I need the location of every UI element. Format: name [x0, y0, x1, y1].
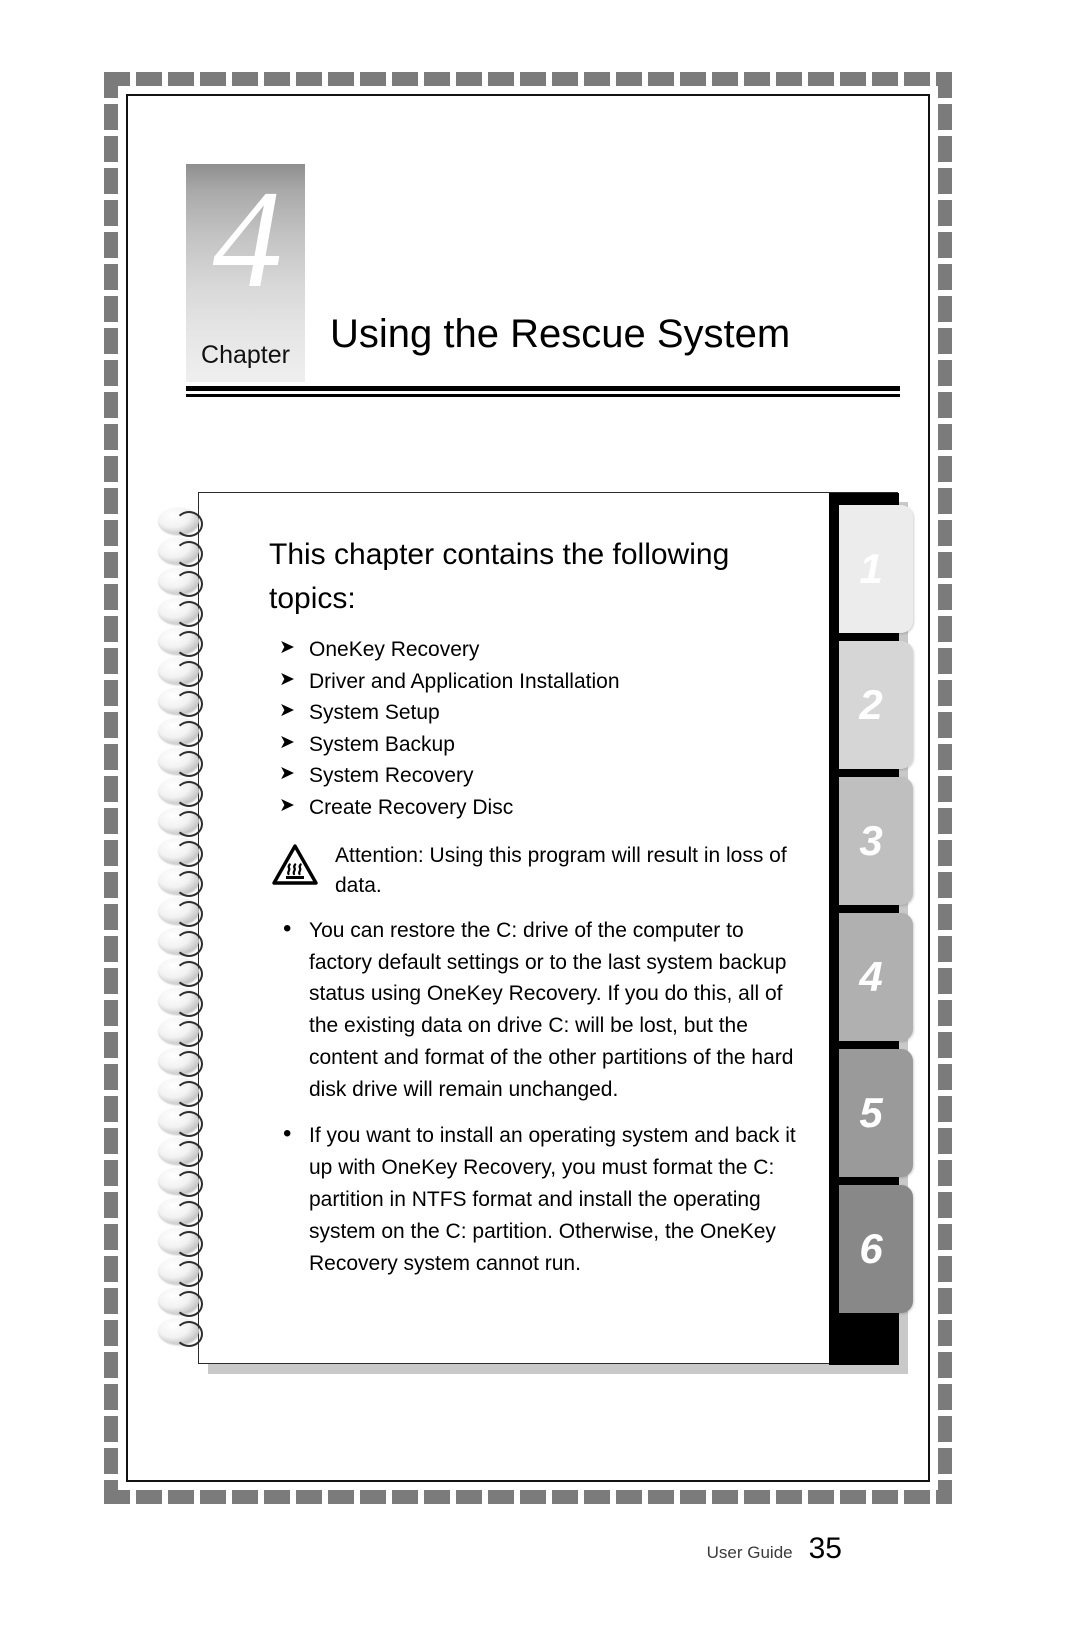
footer-label: User Guide — [706, 1543, 793, 1562]
binding-ring — [157, 747, 219, 778]
binding-ring — [157, 567, 219, 598]
binding-ring — [157, 717, 219, 748]
index-tab-6: 6 — [839, 1185, 913, 1313]
page-content-box: 4 Chapter Using the Rescue System This c… — [126, 94, 930, 1565]
page-number: 35 — [808, 1532, 842, 1565]
note-item-text: If you want to install an operating syst… — [309, 1124, 796, 1275]
binding-ring — [157, 1137, 219, 1168]
binding-ring — [157, 987, 219, 1018]
binding-ring — [157, 1287, 219, 1318]
page-footer: User Guide 35 — [707, 1532, 842, 1566]
decorative-page-border: 4 Chapter Using the Rescue System This c… — [104, 72, 952, 1565]
binding-ring — [157, 957, 219, 988]
topic-item: ➤ System Recovery — [277, 760, 804, 792]
arrow-bullet-icon: ➤ — [279, 637, 295, 658]
spiral-binding-coil — [157, 507, 231, 1361]
chapter-header: 4 Chapter Using the Rescue System — [186, 164, 900, 400]
chapter-number: 4 — [212, 162, 283, 317]
border-dash-top — [104, 72, 952, 86]
binding-ring — [157, 507, 219, 538]
binding-ring — [157, 687, 219, 718]
binding-ring — [157, 627, 219, 658]
arrow-bullet-icon: ➤ — [279, 700, 295, 721]
index-tab-label: 2 — [859, 681, 883, 728]
index-tab-3: 3 — [839, 777, 913, 905]
binding-ring — [157, 777, 219, 808]
binding-ring — [157, 1077, 219, 1108]
topic-item-label: System Setup — [309, 701, 440, 724]
arrow-bullet-icon: ➤ — [279, 668, 295, 690]
index-tab-label: 1 — [859, 545, 883, 592]
binding-ring — [157, 927, 219, 958]
binding-ring — [157, 837, 219, 868]
arrow-bullet-icon: ➤ — [279, 731, 295, 753]
topic-item-label: System Backup — [309, 732, 455, 756]
index-tab-label: 4 — [859, 953, 883, 1000]
note-item: • If you want to install an operating sys… — [279, 1120, 804, 1280]
binding-ring — [157, 867, 219, 898]
index-tab-1: 1 — [839, 505, 913, 633]
index-tab-label: 3 — [859, 817, 883, 864]
topic-item: ➤ System Backup — [277, 729, 804, 761]
binding-ring — [157, 807, 219, 838]
binding-ring — [157, 597, 219, 628]
page-title: Using the Rescue System — [330, 312, 791, 356]
side-index-tabs: 1 2 3 4 5 6 — [839, 505, 915, 1321]
header-divider — [186, 386, 900, 397]
binding-ring — [157, 1227, 219, 1258]
chapter-contents-heading: This chapter contains the following topi… — [269, 538, 730, 615]
binding-ring — [157, 1197, 219, 1228]
binding-ring — [157, 1317, 219, 1348]
border-dash-left — [104, 72, 118, 1504]
chapter-badge: 4 Chapter — [186, 164, 305, 382]
binding-ring — [157, 657, 219, 688]
topic-item-label: System Recovery — [309, 764, 474, 787]
note-item-text: You can restore the C: drive of the comp… — [309, 918, 794, 1102]
index-tab-2: 2 — [839, 641, 913, 769]
hot-surface-warning-icon — [271, 843, 319, 887]
binding-ring — [157, 897, 219, 928]
arrow-bullet-icon: ➤ — [279, 794, 295, 816]
topic-list: ➤ OneKey Recovery ➤ Driver and Application … — [269, 634, 804, 823]
topic-item: ➤ System Setup — [277, 697, 804, 729]
attention-text: Attention: Using this program will resul… — [335, 844, 787, 897]
index-tab-label: 5 — [859, 1089, 883, 1136]
topic-item: ➤ Create Recovery Disc — [277, 792, 804, 824]
binding-ring — [157, 1257, 219, 1288]
topic-item: ➤ Driver and Application Installation — [277, 666, 804, 698]
binding-ring — [157, 1047, 219, 1078]
bullet-icon: • — [283, 914, 292, 942]
border-dash-right — [938, 72, 952, 1504]
binding-ring — [157, 1167, 219, 1198]
notebook-page: This chapter contains the following topi… — [159, 492, 913, 1365]
topic-item-label: Driver and Application Installation — [309, 669, 620, 693]
index-tab-4: 4 — [839, 913, 913, 1041]
note-list: • You can restore the C: drive of the com… — [269, 915, 804, 1280]
attention-notice: Attention: Using this program will resul… — [269, 841, 804, 901]
note-item: • You can restore the C: drive of the com… — [279, 915, 804, 1106]
binding-ring — [157, 1107, 219, 1138]
bullet-icon: • — [283, 1120, 292, 1148]
notebook-panel: This chapter contains the following topi… — [159, 492, 913, 1374]
index-tab-5: 5 — [839, 1049, 913, 1177]
arrow-bullet-icon: ➤ — [279, 763, 295, 784]
border-dash-bottom — [104, 1490, 952, 1504]
binding-ring — [157, 1017, 219, 1048]
chapter-word-label: Chapter — [201, 341, 290, 369]
topic-item: ➤ OneKey Recovery — [277, 634, 804, 666]
index-tab-label: 6 — [859, 1225, 883, 1272]
topic-item-label: Create Recovery Disc — [309, 795, 514, 819]
notebook-content: This chapter contains the following topi… — [269, 533, 804, 1294]
topic-item-label: OneKey Recovery — [309, 638, 480, 661]
binding-ring — [157, 537, 219, 568]
